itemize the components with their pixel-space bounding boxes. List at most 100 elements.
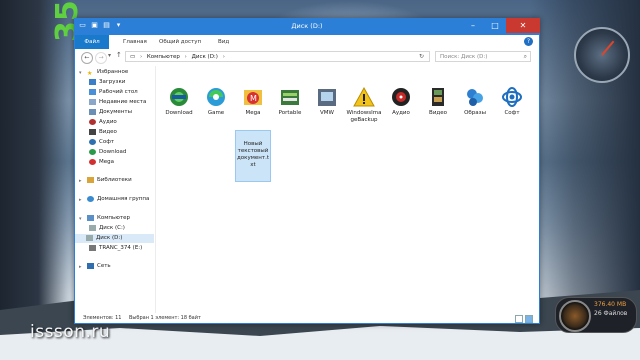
speedometer-gadget[interactable] [574,27,630,83]
help-icon[interactable]: ? [524,37,533,46]
selection-info: Выбран 1 элемент: 18 байт [129,315,201,321]
video-icon [89,128,96,135]
nav-item-audio[interactable]: Аудио [89,118,117,127]
mega-folder-icon: M [242,86,264,108]
file-item-download[interactable]: Download [161,84,197,117]
minimize-button[interactable]: – [462,18,484,33]
file-item-soft[interactable]: Софт [494,84,530,117]
gauge-needle [601,40,615,56]
nav-computer[interactable]: Компьютер [87,214,130,223]
drive-e-icon [89,244,96,251]
file-item-vmw[interactable]: VMW [309,84,345,117]
nav-item-drive-d[interactable]: Диск (D:) [75,234,154,243]
address-bar[interactable]: ▭ › Компьютер › Диск (D:) › [125,51,430,62]
details-view-icon[interactable] [515,315,523,323]
nav-item-mega[interactable]: Mega [89,158,114,167]
drive-gadget-ring-icon [559,300,591,332]
maximize-button[interactable]: □ [484,18,506,33]
warning-folder-icon [353,86,375,108]
up-button[interactable]: ↑ [116,51,122,59]
nav-network[interactable]: Сеть [87,262,111,271]
images-folder-icon [464,86,486,108]
drive-gadget[interactable]: 376.40 MB 26 Файлов [555,297,637,333]
ribbon-tabs: Файл Главная Общий доступ Вид ? [75,35,539,50]
svg-text:M: M [250,94,257,103]
file-label: Download [165,110,193,116]
title-bar[interactable]: ▭ ▣ ▤ ▾ Диск (D:) – □ ✕ [74,18,540,35]
tab-file[interactable]: Файл [75,35,109,49]
close-button[interactable]: ✕ [506,18,540,33]
file-label: Софт [504,110,520,116]
homegroup-icon [87,195,94,202]
window-controls: – □ ✕ [462,18,540,33]
drive-c-icon [89,224,96,231]
file-item-mega[interactable]: M Mega [235,84,271,117]
file-item-video[interactable]: Видео [420,84,456,117]
file-item-images[interactable]: Образы [457,84,493,117]
portable-folder-icon [279,86,301,108]
breadcrumb-computer[interactable]: Компьютер [147,54,180,60]
tab-view[interactable]: Вид [218,35,229,49]
item-count: Элементов: 11 [83,315,122,321]
back-button[interactable]: ← [81,52,93,64]
file-label: Mega [245,110,261,116]
libraries-chevron-icon[interactable]: ▸ [79,178,82,184]
audio-folder-icon [390,86,412,108]
file-item-windowsimagebackup[interactable]: WindowsImageBackup [346,84,382,124]
file-label: Видео [429,110,447,116]
nav-item-recent[interactable]: Недавние места [89,98,146,107]
refresh-icon[interactable]: ↻ [419,53,424,60]
favorites-chevron-icon[interactable]: ▾ [79,70,82,76]
network-chevron-icon[interactable]: ▸ [79,264,82,270]
file-label: Новый текстовый документ.txt [237,141,269,168]
file-item-new-text-document[interactable]: Новый текстовый документ.txt [235,130,271,182]
star-icon: ★ [87,69,93,77]
text-file-icon [242,133,264,139]
file-label: Аудио [392,110,410,116]
nav-item-download[interactable]: Download [89,148,126,157]
download-icon [89,148,96,155]
navigation-bar: ← → ▾ ↑ ▭ › Компьютер › Диск (D:) › ↻ По… [75,49,539,66]
nav-item-documents[interactable]: Документы [89,108,132,117]
breadcrumb-drive-d[interactable]: Диск (D:) [192,54,218,60]
documents-icon [89,108,96,115]
nav-favorites[interactable]: ★ Избранное [87,68,128,77]
drive-d-icon [86,234,93,241]
nav-item-downloads[interactable]: Загрузки [89,78,125,87]
file-label: Game [207,110,225,116]
file-item-audio[interactable]: Аудио [383,84,419,117]
nav-item-desktop[interactable]: Рабочий стол [89,88,138,97]
computer-icon [87,214,94,221]
computer-chevron-icon[interactable]: ▾ [79,216,82,222]
drive-gadget-size: 376.40 MB [594,301,627,308]
soft-icon [89,138,96,145]
game-folder-icon [205,86,227,108]
search-input[interactable]: Поиск: Диск (D:) ⌕ [435,51,531,62]
file-label: WindowsImageBackup [346,110,382,123]
recent-locations-icon[interactable]: ▾ [108,52,111,59]
nav-libraries[interactable]: Библиотеки [87,176,132,185]
file-label: Образы [464,110,486,116]
file-item-portable[interactable]: Portable [272,84,308,117]
file-label: Portable [278,110,302,116]
nav-item-drive-e[interactable]: TRANC_374 (E:) [89,244,142,253]
file-list: Download Game M Mega Portable VMW Window… [161,66,537,313]
nav-homegroup[interactable]: Домашняя группа [87,195,149,204]
soft-folder-icon [501,86,523,108]
audio-icon [89,118,96,125]
network-icon [87,262,94,269]
nav-item-drive-c[interactable]: Диск (C:) [89,224,125,233]
tab-home[interactable]: Главная [123,35,147,49]
homegroup-chevron-icon[interactable]: ▸ [79,197,82,203]
tab-share[interactable]: Общий доступ [159,35,201,49]
forward-button[interactable]: → [95,52,107,64]
file-item-game[interactable]: Game [198,84,234,117]
vmw-folder-icon [316,86,338,108]
recent-places-icon [89,98,96,105]
content-area: ▾ ★ Избранное Загрузки Рабочий стол Недав… [75,66,539,313]
nav-item-video[interactable]: Видео [89,128,117,137]
nav-item-soft[interactable]: Софт [89,138,114,147]
library-icon [87,176,94,183]
navigation-pane: ▾ ★ Избранное Загрузки Рабочий стол Недав… [75,66,156,313]
large-icons-view-icon[interactable] [525,315,533,323]
